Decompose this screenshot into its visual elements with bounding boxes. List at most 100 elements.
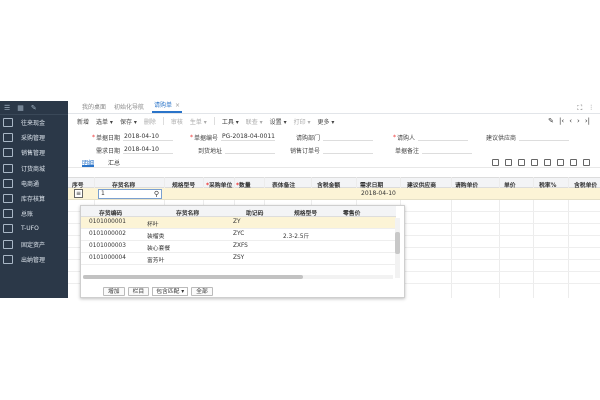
sidebar-item-purchase[interactable]: 采购管理 [0, 130, 68, 145]
popup-col-header: 助记码 [246, 211, 264, 217]
sidebar-item-mall[interactable]: 订货商城 [0, 161, 68, 176]
tab-detail[interactable]: 明细 [82, 158, 95, 167]
columns-button[interactable]: 栏目 [127, 287, 150, 296]
field-value[interactable]: 2018-04-10 [123, 146, 174, 154]
save-button[interactable]: 保存 ▾ [120, 117, 137, 126]
sidebar-item-cashier[interactable]: 出纳管理 [0, 252, 68, 267]
toolbar: 新增 选单 ▾ 保存 ▾ 删除 审核 生单 ▾ 工具 ▾ 联查 ▾ 设置 ▾ 打… [68, 114, 600, 128]
field-value[interactable] [225, 146, 276, 154]
need-date-cell[interactable]: 2018-04-10 [361, 190, 396, 197]
cashier-icon [3, 254, 13, 264]
item-code: 0101000001 [89, 219, 126, 225]
item-name-input[interactable]: 1 ⚲ [98, 189, 162, 199]
delete-button[interactable]: 删除 [144, 117, 156, 126]
settings-button[interactable]: 设置 ▾ [270, 117, 287, 126]
select-button[interactable]: 选单 ▾ [96, 117, 113, 126]
requester-field[interactable]: * 请购人 [393, 132, 469, 142]
mall-icon [3, 163, 13, 173]
scroll-thumb[interactable] [83, 275, 303, 279]
print-button[interactable]: 打印 ▾ [294, 117, 311, 126]
row-edit-icon[interactable]: ≡ [74, 189, 83, 198]
popup-vertical-scrollbar[interactable] [395, 218, 400, 278]
item-name: 装心套餐 [147, 246, 171, 252]
sidebar-item-assets[interactable]: 固定资产 [0, 237, 68, 252]
new-button[interactable]: 新增 [77, 117, 89, 126]
sidebar-item-ledger[interactable]: 总账 [0, 206, 68, 221]
field-value[interactable] [418, 133, 469, 141]
popup-row[interactable]: 0101000003 装心套餐 ZXFS [81, 241, 396, 253]
match-mode-select[interactable]: 包含匹配 ▾ [152, 287, 189, 296]
popup-row[interactable]: 0101000001 杯叶 ZY [81, 217, 396, 229]
scroll-thumb[interactable] [395, 232, 400, 254]
sidebar-item-label: 固定资产 [21, 241, 46, 249]
tools-button[interactable]: 工具 ▾ [222, 117, 239, 126]
edit-icon[interactable]: ✎ [31, 104, 37, 112]
remark-field[interactable]: 单据备注 [395, 145, 473, 155]
close-icon[interactable]: × [175, 102, 180, 109]
field-label: 销售订单号 [290, 147, 321, 155]
field-value[interactable]: 2018-04-10 [123, 133, 174, 141]
sidebar-item-label: 订货商城 [21, 165, 46, 173]
menu-icon[interactable]: ☰ [4, 104, 10, 112]
field-value[interactable]: PG-2018-04-0011 [221, 133, 275, 141]
grid-icon[interactable]: ▦ [17, 104, 24, 112]
sidebar-item-cash[interactable]: 往来现金 [0, 115, 68, 130]
required-mark: * [190, 133, 193, 141]
add-button[interactable]: 增加 [103, 287, 125, 296]
sidebar-item-inventory[interactable]: 库存核算 [0, 191, 68, 206]
need-date-field[interactable]: 需求日期 2018-04-10 [96, 145, 174, 155]
all-button[interactable]: 全部 [191, 287, 213, 296]
table-row-active[interactable]: ≡ 1 ⚲ 2018-04-10 [68, 188, 600, 200]
delete-row-icon[interactable] [531, 159, 538, 166]
field-value[interactable] [323, 133, 374, 141]
search-icon[interactable]: ⚲ [154, 190, 159, 198]
doc-date-field[interactable]: * 单据日期 2018-04-10 [92, 132, 174, 142]
ledger-icon [3, 209, 13, 219]
first-icon[interactable]: |‹ [559, 117, 564, 125]
popup-horizontal-scrollbar[interactable] [83, 275, 393, 279]
tab-desktop[interactable]: 我的桌面 [82, 102, 106, 113]
import-icon[interactable] [544, 159, 551, 166]
cash-icon [3, 118, 13, 128]
assets-icon [3, 239, 13, 249]
dept-field[interactable]: 请购部门 [296, 132, 374, 142]
last-icon[interactable]: ›| [585, 117, 590, 125]
popup-row[interactable]: 0101000002 装榴类 ZYC 2.3-2.5斤 [81, 229, 396, 241]
address-field[interactable]: 到货地址 [198, 145, 276, 155]
more-button[interactable]: 更多 ▾ [318, 117, 335, 126]
insert-row-icon[interactable] [518, 159, 525, 166]
header-form: * 单据日期 2018-04-10 * 单据编号 PG-2018-04-0011 请购部… [68, 128, 600, 158]
copy-icon[interactable] [505, 159, 512, 166]
sidebar-item-ufo[interactable]: T-UFO [0, 221, 68, 236]
sidebar-item-sales[interactable]: 销售管理 [0, 145, 68, 160]
field-label: 单据编号 [194, 134, 219, 142]
field-value[interactable] [422, 146, 473, 154]
field-value[interactable] [519, 133, 570, 141]
sidebar-item-ecommerce[interactable]: 电商通 [0, 176, 68, 191]
generate-button[interactable]: 生单 ▾ [190, 117, 207, 126]
supplier-field[interactable]: 建议供应商 [486, 132, 570, 142]
column-settings-icon[interactable] [583, 159, 590, 166]
popup-footer: 增加 栏目 包含匹配 ▾ 全部 [103, 287, 213, 296]
next-icon[interactable]: › [577, 117, 580, 125]
attachment-icon[interactable]: ✎ [548, 117, 554, 125]
doc-no-field[interactable]: * 单据编号 PG-2018-04-0011 [190, 132, 275, 142]
audit-button[interactable]: 审核 [171, 117, 183, 126]
item-code: 0101000003 [89, 243, 126, 249]
link-query-button[interactable]: 联查 ▾ [246, 117, 263, 126]
sales-order-field[interactable]: 销售订单号 [290, 145, 374, 155]
tab-init-nav[interactable]: 初始化导航 [114, 102, 144, 113]
field-label: 请购部门 [296, 134, 321, 142]
field-value[interactable] [323, 146, 374, 154]
tab-purchase-request[interactable]: 请购单 × [152, 100, 183, 113]
sidebar-item-label: 出纳管理 [21, 256, 46, 264]
prev-icon[interactable]: ‹ [569, 117, 572, 125]
popup-row[interactable]: 0101000004 富芳叶 ZSY [81, 253, 396, 265]
popup-col-header: 零售价 [343, 211, 361, 217]
item-name: 装榴类 [147, 234, 165, 240]
location-icon[interactable] [492, 159, 499, 166]
sidebar-item-label: 库存核算 [21, 196, 46, 204]
export-icon[interactable] [557, 159, 564, 166]
edit-grid-icon[interactable] [570, 159, 577, 166]
tab-summary[interactable]: 汇总 [108, 158, 120, 167]
